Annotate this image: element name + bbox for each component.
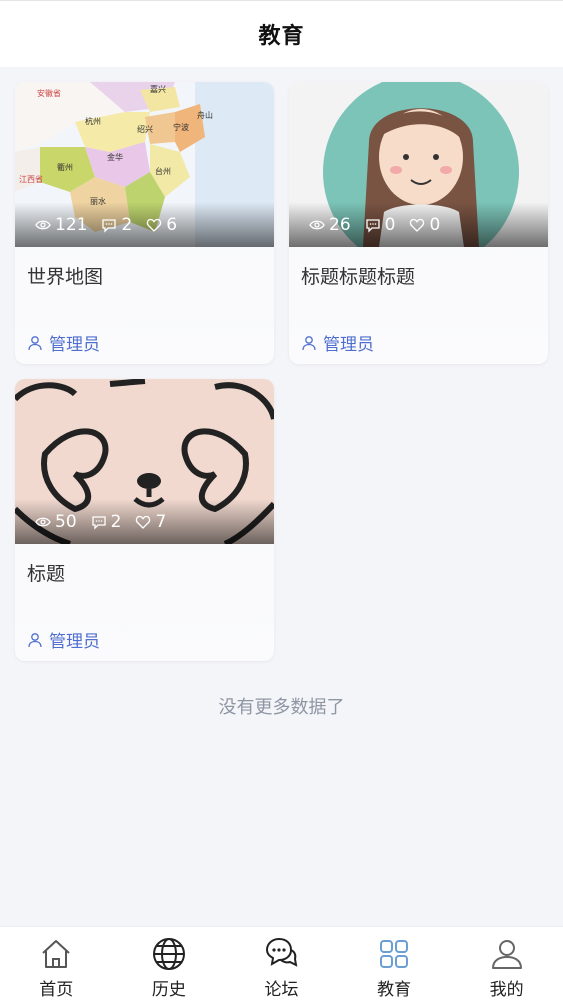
eye-icon [35,517,51,527]
comment-icon [365,219,380,233]
card-thumbnail: 安徽省 嘉兴 杭州 绍兴 宁波 舟山 衢州 金华 台州 丽水 江西省 121 [15,82,274,247]
article-card[interactable]: 26 0 0 标题标题标题 管理员 [289,82,548,364]
page-title: 教育 [258,24,305,49]
svg-text:宁波: 宁波 [173,122,189,132]
views-stat: 26 [309,215,351,235]
likes-count: 6 [166,215,178,235]
comment-icon [102,219,117,233]
tab-label: 论坛 [264,980,299,1000]
likes-stat: 0 [409,215,440,235]
card-stats: 50 2 7 [35,512,180,532]
user-icon [28,335,42,350]
author-name: 管理员 [49,632,100,652]
tab-label: 我的 [489,980,524,1000]
card-title: 标题标题标题 [301,266,416,288]
comment-icon [91,516,106,530]
comments-stat: 2 [101,215,132,235]
views-count: 50 [55,512,77,532]
tab-education[interactable]: 教育 [338,927,451,1001]
svg-text:安徽省: 安徽省 [37,88,61,98]
tab-label: 历史 [151,980,186,1000]
user-icon [302,335,316,350]
svg-text:台州: 台州 [155,166,171,176]
eye-icon [309,220,325,230]
chat-icon [266,937,298,967]
card-title: 世界地图 [27,266,104,288]
card-thumbnail: 50 2 7 [15,379,274,544]
eye-icon [35,220,51,230]
article-card[interactable]: 50 2 7 标题 管理员 [15,379,274,661]
views-stat: 121 [35,215,87,235]
comments-stat: 2 [91,512,122,532]
user-icon [491,940,522,969]
tab-history[interactable]: 历史 [113,927,226,1001]
author-name: 管理员 [323,335,374,355]
svg-text:嘉兴: 嘉兴 [150,84,166,94]
likes-stat: 7 [135,512,166,532]
tab-forum[interactable]: 论坛 [225,927,338,1001]
heart-icon [136,515,151,529]
card-title: 标题 [27,563,66,585]
card-thumbnail: 26 0 0 [289,82,548,247]
card-author: 管理员 [301,330,374,355]
likes-count: 7 [155,512,167,532]
svg-text:金华: 金华 [107,152,123,162]
comments-count: 2 [110,512,122,532]
tab-mine[interactable]: 我的 [450,927,563,1001]
card-author: 管理员 [27,627,100,652]
views-count: 121 [55,215,88,235]
user-icon [28,632,42,647]
views-count: 26 [329,215,351,235]
comments-count: 2 [121,215,133,235]
svg-text:江西省: 江西省 [19,174,43,184]
tab-label: 教育 [377,980,412,1000]
globe-icon [152,938,185,970]
tab-label: 首页 [39,980,74,1000]
views-stat: 50 [35,512,77,532]
heart-icon [147,218,162,232]
likes-stat: 6 [146,215,177,235]
heart-icon [410,218,425,232]
svg-text:舟山: 舟山 [197,110,213,120]
no-more-data-text: 没有更多数据了 [218,697,345,718]
card-stats: 121 2 6 [35,215,191,235]
card-stats: 26 0 0 [309,215,454,235]
tab-home[interactable]: 首页 [0,927,113,1001]
grid-icon [380,940,409,968]
svg-text:衢州: 衢州 [57,162,73,172]
comments-count: 0 [384,215,396,235]
likes-count: 0 [429,215,441,235]
article-card[interactable]: 安徽省 嘉兴 杭州 绍兴 宁波 舟山 衢州 金华 台州 丽水 江西省 121 [15,82,274,364]
top-header: 教育 [0,0,563,67]
svg-text:绍兴: 绍兴 [137,124,153,134]
comments-stat: 0 [365,215,396,235]
svg-text:杭州: 杭州 [85,116,101,126]
author-name: 管理员 [49,335,100,355]
home-icon [42,940,70,968]
bottom-tab-bar: 首页 历史 论坛 教育 我的 [0,926,563,1001]
card-author: 管理员 [27,330,100,355]
education-page: 教育 安徽省 嘉兴 杭州 绍兴 宁波 舟山 衢州 金华 台州 江西省 121 2… [0,0,563,1001]
